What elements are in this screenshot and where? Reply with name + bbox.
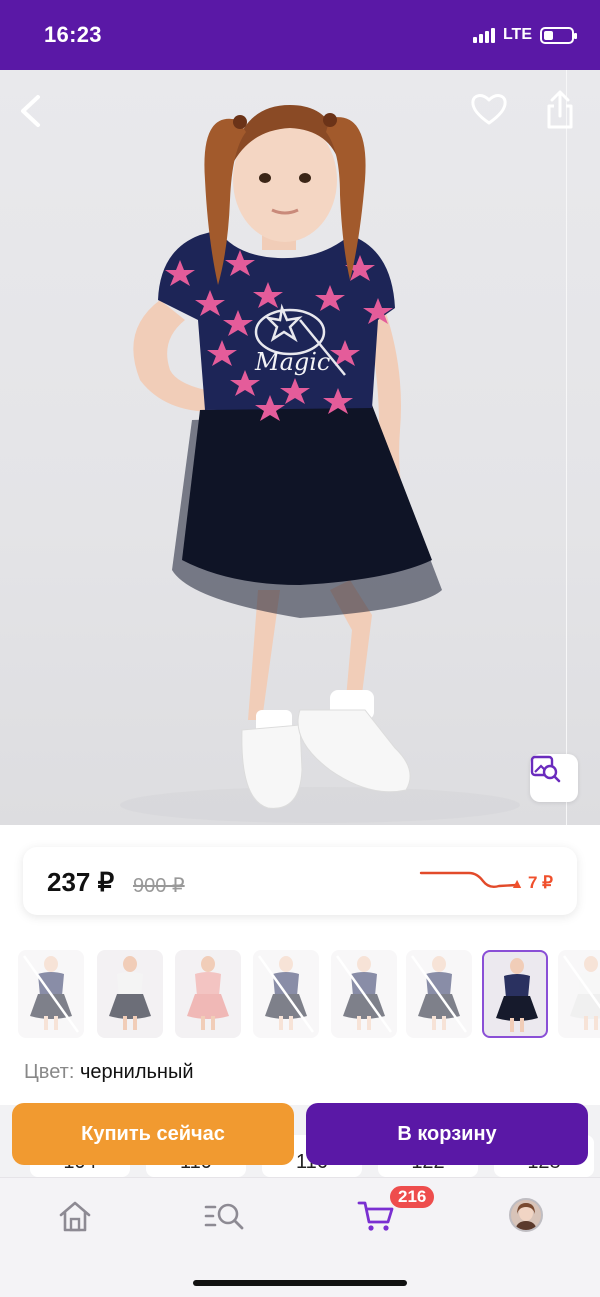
color-label: Цвет: — [24, 1061, 75, 1083]
battery-icon — [540, 26, 577, 44]
variant-thumbnail-navy-star-dress[interactable] — [406, 950, 472, 1038]
price-card[interactable]: 237 ₽ 900 ₽ ▲ 7 ₽ — [23, 847, 577, 915]
home-icon — [59, 1201, 91, 1232]
bottom-tab-bar: 216 — [0, 1177, 600, 1297]
old-price: 900 ₽ — [133, 875, 185, 897]
variant-thumbnail-navy-star-dress[interactable] — [253, 950, 319, 1038]
tab-profile-avatar[interactable] — [509, 1198, 543, 1232]
variant-thumbnail-pink-tutu-dress[interactable] — [175, 950, 241, 1038]
product-details: 237 ₽ 900 ₽ ▲ 7 ₽ Цвет: чернильный — [0, 825, 600, 1125]
price-change-value: 7 ₽ — [528, 873, 553, 892]
share-button[interactable] — [544, 90, 584, 134]
variant-thumbnail-navy-star-dress[interactable] — [331, 950, 397, 1038]
network-type: LTE — [502, 26, 532, 43]
avatar-photo — [511, 1200, 541, 1230]
color-row: Цвет: чернильный — [24, 1061, 194, 1084]
variant-image — [109, 956, 151, 1030]
product-image[interactable]: Magic — [0, 70, 600, 825]
variant-image — [22, 955, 80, 1033]
status-bar: 16:23 LTE — [0, 0, 600, 70]
image-search-icon — [530, 755, 561, 783]
variant-image — [187, 956, 229, 1030]
visual-search-button[interactable] — [530, 754, 578, 802]
battery-level — [544, 30, 554, 40]
back-button[interactable] — [18, 94, 58, 134]
variant-thumbnail-white-dress[interactable] — [558, 950, 600, 1038]
signal-icon — [472, 27, 495, 43]
current-price: 237 ₽ — [47, 867, 115, 897]
share-icon — [547, 90, 573, 129]
tab-home[interactable] — [51, 1192, 99, 1240]
cart-count-badge: 216 — [388, 1184, 437, 1210]
variant-thumbnail-navy-star-dress[interactable] — [18, 950, 84, 1038]
variant-image — [335, 955, 393, 1033]
status-time: 16:23 — [44, 22, 102, 47]
arrow-up-icon: ▲ — [510, 875, 524, 891]
variant-image — [562, 955, 600, 1030]
variant-image — [496, 958, 538, 1032]
tab-catalog-search[interactable] — [200, 1192, 248, 1240]
favorite-button[interactable] — [470, 92, 512, 134]
variant-thumbnail-navy-star-dress[interactable] — [482, 950, 548, 1038]
chevron-left-icon — [21, 95, 40, 127]
home-indicator — [193, 1280, 407, 1286]
variant-image — [410, 955, 468, 1033]
status-indicators: LTE — [472, 26, 577, 44]
girl-in-star-dress-illustration: Magic — [120, 105, 520, 823]
variant-thumbnail-white-grey-tutu-dress[interactable] — [97, 950, 163, 1038]
heart-icon — [471, 94, 507, 125]
color-value: чернильный — [79, 1061, 194, 1083]
buy-now-button[interactable]: Купить сейчас — [12, 1103, 294, 1165]
variant-image — [257, 955, 315, 1033]
image-page-divider — [566, 70, 567, 825]
variant-thumbnails — [18, 950, 600, 1038]
dress-print-text: Magic — [254, 348, 330, 376]
add-to-cart-button[interactable]: В корзину — [306, 1103, 588, 1165]
price-history-sparkline — [419, 871, 519, 889]
catalog-search-icon — [204, 1203, 244, 1230]
price-change: ▲ 7 ₽ — [510, 873, 553, 893]
